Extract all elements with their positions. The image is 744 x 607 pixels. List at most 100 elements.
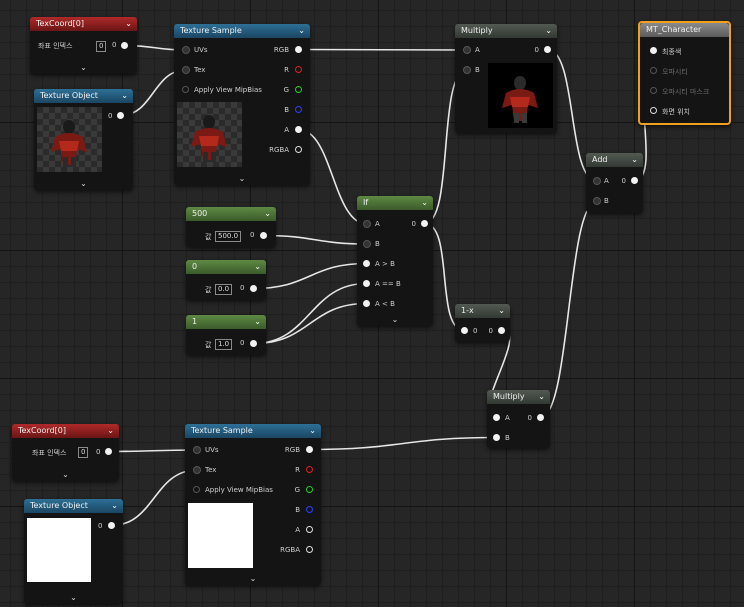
- screen-position-input-pin[interactable]: [650, 107, 657, 114]
- chevron-down-icon[interactable]: ⌄: [254, 260, 261, 274]
- b-input-pin[interactable]: [463, 66, 471, 74]
- chevron-down-icon[interactable]: ⌄: [309, 424, 316, 438]
- chevron-down-icon[interactable]: ⌄: [125, 17, 132, 31]
- output-pin[interactable]: [421, 220, 428, 227]
- a-input-pin[interactable]: [463, 46, 471, 54]
- a-output-pin[interactable]: [306, 526, 313, 533]
- node-header[interactable]: Multiply ⌄: [455, 24, 557, 38]
- rgb-output-pin[interactable]: [306, 446, 313, 453]
- expand-chevron-icon[interactable]: ⌄: [185, 574, 321, 583]
- uvs-input-pin[interactable]: [182, 46, 190, 54]
- texture-object-node[interactable]: Texture Object ⌄ 0 ⌄: [24, 499, 123, 604]
- a-equals-b-input-pin[interactable]: [363, 280, 370, 287]
- b-input-pin[interactable]: [593, 197, 601, 205]
- b-output-pin[interactable]: [295, 106, 302, 113]
- b-input-pin[interactable]: [363, 240, 371, 248]
- expand-chevron-icon[interactable]: ⌄: [174, 174, 310, 183]
- output-pin[interactable]: [250, 285, 257, 292]
- one-minus-node[interactable]: 1-x ⌄ 0 0: [455, 304, 510, 342]
- output-pin[interactable]: [544, 46, 551, 53]
- expand-chevron-icon[interactable]: ⌄: [34, 179, 133, 188]
- node-header[interactable]: TexCoord[0] ⌄: [30, 17, 137, 31]
- texture-sample-node[interactable]: Texture Sample ⌄ UVs Tex Apply View MipBi…: [185, 424, 321, 585]
- opacity-mask-input-pin[interactable]: [650, 87, 657, 94]
- node-header[interactable]: Texture Object ⌄: [34, 89, 133, 103]
- input-pin[interactable]: [461, 327, 468, 334]
- value-field[interactable]: 0.0: [215, 284, 233, 295]
- node-header[interactable]: If ⌄: [357, 196, 433, 210]
- texcoord-node[interactable]: TexCoord[0] ⌄ 좌표 인덱스 0 0 ⌄: [30, 17, 137, 74]
- output-pin[interactable]: [250, 340, 257, 347]
- node-header[interactable]: Multiply ⌄: [487, 390, 550, 404]
- mipbias-input-pin[interactable]: [182, 86, 189, 93]
- chevron-down-icon[interactable]: ⌄: [498, 304, 505, 318]
- output-pin[interactable]: [537, 414, 544, 421]
- a-input-pin[interactable]: [493, 414, 500, 421]
- tex-input-pin[interactable]: [193, 466, 201, 474]
- rgb-output-pin[interactable]: [295, 46, 302, 53]
- final-color-input-pin[interactable]: [650, 47, 657, 54]
- texture-object-node[interactable]: Texture Object ⌄ 0 ⌄: [34, 89, 133, 190]
- b-input-pin[interactable]: [493, 434, 500, 441]
- chevron-down-icon[interactable]: ⌄: [107, 424, 114, 438]
- a-output-pin[interactable]: [295, 126, 302, 133]
- tex-input-pin[interactable]: [182, 66, 190, 74]
- b-output-pin[interactable]: [306, 506, 313, 513]
- constant-node[interactable]: 500 ⌄ 값 500.0 0: [186, 207, 276, 247]
- node-header[interactable]: TexCoord[0] ⌄: [12, 424, 119, 438]
- output-pin[interactable]: [260, 232, 267, 239]
- material-output-node[interactable]: MT_Character 최종색 오파시티 오파시티 마스크 화면 위치: [638, 21, 731, 125]
- coordinate-index-field[interactable]: 0: [78, 447, 89, 458]
- g-output-pin[interactable]: [295, 86, 302, 93]
- expand-chevron-icon[interactable]: ⌄: [24, 593, 123, 602]
- chevron-down-icon[interactable]: ⌄: [298, 24, 305, 38]
- chevron-down-icon[interactable]: ⌄: [121, 89, 128, 103]
- opacity-input-pin[interactable]: [650, 67, 657, 74]
- a-greater-b-input-pin[interactable]: [363, 260, 370, 267]
- expand-chevron-icon[interactable]: ⌄: [30, 63, 137, 72]
- node-header[interactable]: MT_Character: [640, 23, 729, 37]
- r-output-pin[interactable]: [295, 66, 302, 73]
- a-less-b-input-pin[interactable]: [363, 300, 370, 307]
- texture-sample-node[interactable]: Texture Sample ⌄ UVs Tex Apply View MipBi…: [174, 24, 310, 185]
- chevron-down-icon[interactable]: ⌄: [545, 24, 552, 38]
- g-output-pin[interactable]: [306, 486, 313, 493]
- node-header[interactable]: Texture Sample ⌄: [174, 24, 310, 38]
- output-pin[interactable]: [631, 177, 638, 184]
- expand-chevron-icon[interactable]: ⌄: [12, 470, 119, 479]
- output-pin[interactable]: [108, 522, 115, 529]
- coordinate-index-field[interactable]: 0: [96, 41, 107, 52]
- chevron-down-icon[interactable]: ⌄: [264, 207, 271, 221]
- rgba-output-pin[interactable]: [306, 546, 313, 553]
- a-input-pin[interactable]: [363, 220, 371, 228]
- uvs-input-pin[interactable]: [193, 446, 201, 454]
- node-header[interactable]: 500 ⌄: [186, 207, 276, 221]
- node-header[interactable]: 0 ⌄: [186, 260, 266, 274]
- output-pin[interactable]: [121, 42, 128, 49]
- add-node[interactable]: Add ⌄ A B 0: [586, 153, 643, 213]
- output-pin[interactable]: [498, 327, 505, 334]
- if-node[interactable]: If ⌄ A B A > B A == B A < B 0 ⌄: [357, 196, 433, 326]
- chevron-down-icon[interactable]: ⌄: [421, 196, 428, 210]
- value-field[interactable]: 1.0: [215, 339, 233, 350]
- output-pin[interactable]: [117, 112, 124, 119]
- node-header[interactable]: 1 ⌄: [186, 315, 266, 329]
- constant-node[interactable]: 0 ⌄ 값 0.0 0: [186, 260, 266, 300]
- node-header[interactable]: Texture Sample ⌄: [185, 424, 321, 438]
- node-header[interactable]: Texture Object ⌄: [24, 499, 123, 513]
- mipbias-input-pin[interactable]: [193, 486, 200, 493]
- output-pin[interactable]: [105, 448, 112, 455]
- constant-node[interactable]: 1 ⌄ 값 1.0 0: [186, 315, 266, 355]
- a-input-pin[interactable]: [593, 177, 601, 185]
- node-header[interactable]: Add ⌄: [586, 153, 643, 167]
- node-header[interactable]: 1-x ⌄: [455, 304, 510, 318]
- chevron-down-icon[interactable]: ⌄: [631, 153, 638, 167]
- multiply-node[interactable]: Multiply ⌄ A B 0: [487, 390, 550, 448]
- texcoord-node[interactable]: TexCoord[0] ⌄ 좌표 인덱스 0 0 ⌄: [12, 424, 119, 481]
- multiply-node[interactable]: Multiply ⌄ A B 0: [455, 24, 557, 133]
- expand-chevron-icon[interactable]: ⌄: [357, 315, 433, 324]
- r-output-pin[interactable]: [306, 466, 313, 473]
- value-field[interactable]: 500.0: [215, 231, 242, 242]
- chevron-down-icon[interactable]: ⌄: [254, 315, 261, 329]
- chevron-down-icon[interactable]: ⌄: [538, 390, 545, 404]
